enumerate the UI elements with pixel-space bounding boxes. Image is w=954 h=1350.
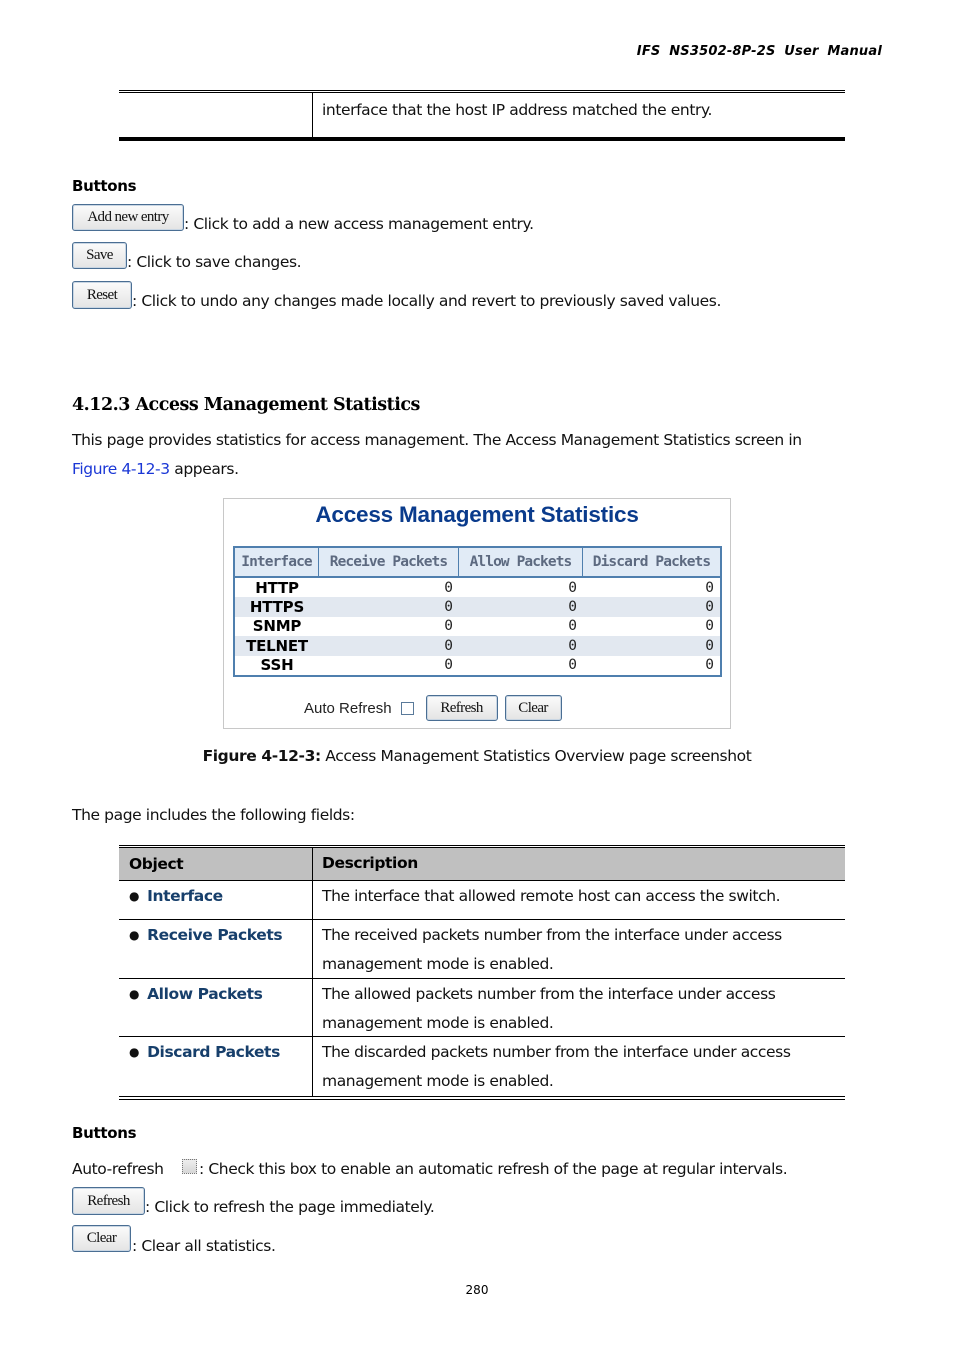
- description-line: The interface that allowed remote host c…: [322, 887, 781, 905]
- reset-button[interactable]: Reset: [72, 281, 132, 309]
- object-label: Receive Packets: [147, 926, 283, 944]
- add-new-entry-button[interactable]: Add new entry: [72, 204, 184, 231]
- table-row: TELNET 0 0 0: [235, 636, 720, 656]
- auto-refresh-description: : Check this box to enable an automatic …: [199, 1160, 788, 1178]
- bullet-icon: ●: [129, 987, 140, 1001]
- auto-refresh-label: Auto Refresh: [304, 699, 392, 717]
- manual-header: IFS NS3502-8P-2S User Manual: [636, 44, 882, 59]
- auto-refresh-checkbox-sample[interactable]: [182, 1159, 197, 1174]
- statistics-table-header: Interface Receive Packets Allow Packets …: [235, 548, 720, 578]
- interface-cell: HTTP: [255, 578, 299, 597]
- description-cell: The allowed packets number from the inte…: [313, 979, 845, 1036]
- intro-line-2-rest: appears.: [169, 460, 239, 478]
- allow-packets-cell: 0: [568, 637, 577, 654]
- allow-packets-cell: 0: [568, 618, 577, 635]
- table-row: ● Interface The interface that allowed re…: [119, 881, 845, 920]
- interface-cell: SNMP: [252, 617, 302, 636]
- receive-packets-cell: 0: [444, 618, 453, 635]
- figure-screenshot: Access Management Statistics Interface R…: [223, 498, 731, 729]
- reset-description: : Click to undo any changes made locally…: [132, 292, 721, 310]
- description-line: The discarded packets number from the in…: [322, 1043, 791, 1061]
- figure-link[interactable]: Figure 4-12-3: [72, 460, 170, 478]
- fields-table: Object Description ● Interface The interf…: [119, 845, 845, 1100]
- object-label: Allow Packets: [147, 985, 263, 1003]
- discard-packets-cell: 0: [705, 657, 714, 674]
- object-cell: ● Discard Packets: [119, 1037, 313, 1096]
- description-line: management mode is enabled.: [322, 1014, 554, 1032]
- table-cell-description: interface that the host IP address match…: [322, 101, 713, 119]
- description-line: The received packets number from the int…: [322, 926, 782, 944]
- table-row: SNMP 0 0 0: [235, 617, 720, 636]
- discard-packets-cell: 0: [705, 579, 714, 596]
- caption-label: Figure 4-12-3:: [202, 747, 322, 765]
- clear-button-sample[interactable]: Clear: [72, 1225, 131, 1252]
- object-label: Discard Packets: [147, 1043, 280, 1061]
- object-cell: ● Allow Packets: [119, 979, 313, 1036]
- description-cell: The discarded packets number from the in…: [313, 1037, 845, 1096]
- object-label: Interface: [147, 887, 223, 905]
- table-row: ● Discard Packets The discarded packets n…: [119, 1037, 845, 1096]
- table-row: SSH 0 0 0: [235, 656, 720, 675]
- fields-table-header: Object Description: [119, 847, 845, 881]
- clear-description: : Clear all statistics.: [132, 1237, 276, 1255]
- add-new-entry-description: : Click to add a new access management e…: [184, 215, 534, 233]
- refresh-button[interactable]: Refresh: [425, 695, 498, 721]
- table-row: HTTPS 0 0 0: [235, 597, 720, 617]
- discard-packets-cell: 0: [705, 618, 714, 635]
- table-row: HTTP 0 0 0: [235, 578, 720, 597]
- bullet-icon: ●: [129, 889, 140, 903]
- fields-intro: The page includes the following fields:: [72, 806, 355, 824]
- continued-table: interface that the host IP address match…: [119, 90, 845, 141]
- receive-packets-cell: 0: [444, 599, 453, 616]
- refresh-description: : Click to refresh the page immediately.: [145, 1198, 435, 1216]
- column-header-discard-packets: Discard Packets: [592, 554, 711, 570]
- table-divider: [312, 93, 313, 137]
- interface-cell: HTTPS: [249, 598, 305, 617]
- receive-packets-cell: 0: [444, 637, 453, 654]
- discard-packets-cell: 0: [705, 637, 714, 654]
- object-cell: ● Interface: [119, 881, 313, 919]
- allow-packets-cell: 0: [568, 579, 577, 596]
- header-description: Description: [322, 854, 418, 872]
- auto-refresh-prefix: Auto-refresh: [72, 1160, 164, 1178]
- header-object: Object: [119, 847, 313, 881]
- allow-packets-cell: 0: [568, 657, 577, 674]
- table-row: ● Allow Packets The allowed packets numbe…: [119, 979, 845, 1037]
- section-title: 4.12.3 Access Management Statistics: [72, 395, 420, 415]
- receive-packets-cell: 0: [444, 579, 453, 596]
- column-header-allow-packets: Allow Packets: [459, 548, 583, 576]
- statistics-table: Interface Receive Packets Allow Packets …: [233, 546, 722, 677]
- bullet-icon: ●: [129, 1045, 140, 1059]
- save-description: : Click to save changes.: [127, 253, 302, 271]
- buttons-heading-2: Buttons: [72, 1124, 137, 1142]
- column-header-interface: Interface: [235, 548, 319, 576]
- save-button[interactable]: Save: [72, 242, 127, 269]
- table-row: ● Receive Packets The received packets nu…: [119, 920, 845, 979]
- intro-line-2: Figure 4-12-3 appears.: [72, 460, 239, 478]
- figure-caption: Figure 4-12-3: Access Management Statist…: [0, 747, 954, 765]
- figure-title: Access Management Statistics: [315, 502, 639, 527]
- clear-button[interactable]: Clear: [504, 695, 562, 721]
- intro-line-1: This page provides statistics for access…: [72, 431, 802, 449]
- buttons-heading: Buttons: [72, 177, 137, 195]
- allow-packets-cell: 0: [568, 599, 577, 616]
- description-line: The allowed packets number from the inte…: [322, 985, 776, 1003]
- description-cell: The received packets number from the int…: [313, 920, 845, 978]
- bullet-icon: ●: [129, 928, 140, 942]
- interface-cell: SSH: [260, 656, 294, 675]
- caption-text: Access Management Statistics Overview pa…: [320, 747, 752, 765]
- receive-packets-cell: 0: [444, 657, 453, 674]
- column-header-receive-packets: Receive Packets: [319, 548, 459, 576]
- page-number: 280: [465, 1283, 489, 1297]
- description-line: management mode is enabled.: [322, 955, 554, 973]
- figure-controls: Auto Refresh Refresh Clear: [304, 695, 569, 721]
- description-line: management mode is enabled.: [322, 1072, 554, 1090]
- object-cell: ● Receive Packets: [119, 920, 313, 978]
- discard-packets-cell: 0: [705, 599, 714, 616]
- description-cell: The interface that allowed remote host c…: [313, 881, 845, 919]
- refresh-button-sample[interactable]: Refresh: [72, 1187, 145, 1215]
- auto-refresh-checkbox[interactable]: [400, 701, 414, 715]
- interface-cell: TELNET: [246, 636, 308, 655]
